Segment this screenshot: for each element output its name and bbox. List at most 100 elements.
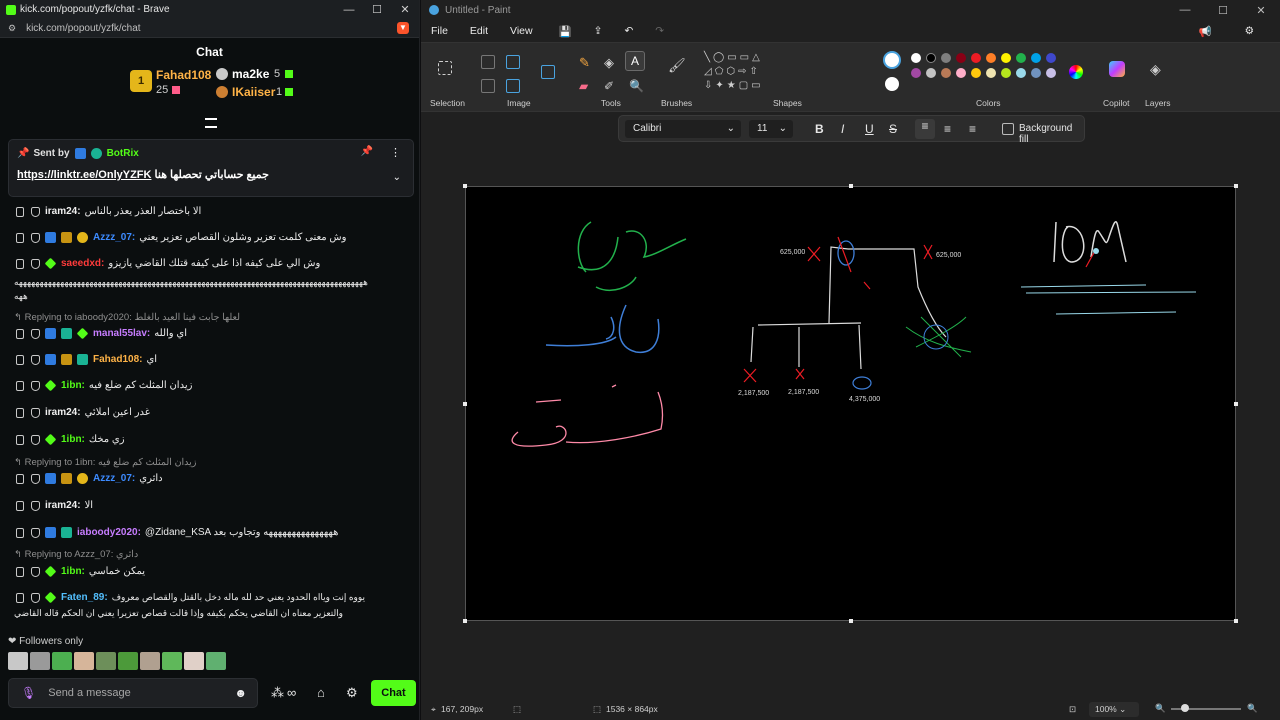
canvas-resize-handle[interactable]: [463, 619, 467, 623]
maximize-icon[interactable]: ☐: [1204, 4, 1242, 17]
mod-shield-icon[interactable]: [31, 434, 40, 445]
gear-icon[interactable]: ⚙: [346, 685, 358, 701]
chevron-down-icon[interactable]: ⌄: [393, 172, 401, 183]
microphone-icon[interactable]: 🎙: [21, 686, 36, 700]
timeout-icon[interactable]: [16, 527, 24, 538]
copilot-icon[interactable]: [1109, 61, 1125, 77]
pencil-icon[interactable]: ✎: [579, 55, 590, 71]
zoom-in-icon[interactable]: 🔍: [1247, 703, 1258, 714]
selection-icon[interactable]: [438, 61, 452, 75]
avatar[interactable]: [74, 652, 94, 670]
timeout-icon[interactable]: [16, 434, 24, 445]
canvas-resize-handle[interactable]: [849, 184, 853, 188]
pinned-sender[interactable]: BotRix: [107, 148, 139, 159]
timeout-icon[interactable]: [16, 206, 24, 217]
mod-shield-icon[interactable]: [31, 206, 40, 217]
address-bar[interactable]: ⚙ kick.com/popout/yzfk/chat ▼: [0, 19, 419, 38]
text-tool-icon[interactable]: A: [625, 51, 645, 71]
timeout-icon[interactable]: [16, 354, 24, 365]
image-select-icon[interactable]: [541, 65, 555, 79]
mod-shield-icon[interactable]: [31, 232, 40, 243]
redo-icon[interactable]: ↷: [655, 25, 664, 37]
eraser-icon[interactable]: ▰: [579, 79, 588, 93]
mod-shield-icon[interactable]: [31, 566, 40, 577]
brush-icon[interactable]: 🖌: [668, 57, 686, 74]
unpin-icon[interactable]: 📌: [361, 146, 373, 157]
username[interactable]: iaboody2020:: [77, 527, 141, 538]
timeout-icon[interactable]: [16, 473, 24, 484]
username[interactable]: 1ibn:: [61, 434, 85, 445]
username[interactable]: 1ibn:: [61, 566, 85, 577]
menu-view[interactable]: View: [510, 25, 533, 37]
shapes-gallery[interactable]: ╲◯▭▭△ ◿⬠⬡⇨⇧ ⇩✦★▢▭: [704, 51, 804, 95]
username[interactable]: iram24:: [45, 407, 81, 418]
username[interactable]: Faten_89:: [61, 592, 108, 603]
color-swatch[interactable]: [1016, 68, 1026, 78]
fill-icon[interactable]: ◈: [604, 55, 614, 71]
menu-edit[interactable]: Edit: [470, 25, 488, 37]
color-swatch[interactable]: [986, 53, 996, 63]
align-center-button[interactable]: ≡: [944, 122, 951, 136]
timeout-icon[interactable]: [16, 407, 24, 418]
avatar[interactable]: [118, 652, 138, 670]
share-icon[interactable]: ⇪: [594, 25, 603, 37]
color-swatch[interactable]: [941, 68, 951, 78]
canvas-resize-handle[interactable]: [463, 402, 467, 406]
infinity-icon[interactable]: ∞: [287, 685, 296, 700]
settings-icon[interactable]: ⚙: [1245, 25, 1254, 37]
color-swatch[interactable]: [956, 53, 966, 63]
background-fill-checkbox[interactable]: [1002, 123, 1014, 135]
notification-icon[interactable]: 📢: [1199, 25, 1212, 38]
rotate-icon[interactable]: [481, 79, 495, 93]
italic-button[interactable]: I: [841, 122, 844, 136]
canvas-resize-handle[interactable]: [1234, 184, 1238, 188]
menu-file[interactable]: File: [431, 25, 448, 37]
mod-shield-icon[interactable]: [31, 328, 40, 339]
timeout-icon[interactable]: [16, 380, 24, 391]
timeout-icon[interactable]: [16, 328, 24, 339]
color-swatch[interactable]: [971, 53, 981, 63]
mod-shield-icon[interactable]: [31, 380, 40, 391]
magnifier-icon[interactable]: 🔍: [629, 79, 644, 93]
avatar[interactable]: [96, 652, 116, 670]
username[interactable]: Azzz_07:: [93, 473, 135, 484]
drawing-canvas[interactable]: 625,000 625,000 2,187,500 2,187,500 4,37…: [465, 186, 1236, 621]
font-family-select[interactable]: Calibri ⌄: [625, 120, 741, 138]
avatar[interactable]: [140, 652, 160, 670]
username[interactable]: iram24:: [45, 206, 81, 217]
zoom-out-icon[interactable]: 🔍: [1155, 703, 1166, 714]
send-chat-button[interactable]: Chat: [371, 680, 416, 706]
brave-shield-icon[interactable]: ▼: [397, 22, 409, 34]
collapse-leaderboard-icon[interactable]: [205, 118, 217, 128]
timeout-icon[interactable]: [16, 258, 24, 269]
mod-shield-icon[interactable]: [31, 500, 40, 511]
color-swatch[interactable]: [1046, 53, 1056, 63]
leader-first-name[interactable]: Fahad108: [156, 68, 211, 82]
edit-colors-icon[interactable]: [1069, 65, 1083, 79]
color-swatch[interactable]: [1001, 53, 1011, 63]
mod-shield-icon[interactable]: [31, 407, 40, 418]
avatar[interactable]: [206, 652, 226, 670]
flip-icon[interactable]: [506, 79, 520, 93]
avatar[interactable]: [8, 652, 28, 670]
more-options-icon[interactable]: ⋮: [390, 146, 401, 159]
layers-icon[interactable]: ◈: [1150, 61, 1161, 78]
mod-shield-icon[interactable]: [31, 592, 40, 603]
minimize-icon[interactable]: —: [335, 4, 363, 16]
color-swatch[interactable]: [926, 53, 936, 63]
timeout-icon[interactable]: [16, 566, 24, 577]
username[interactable]: Azzz_07:: [93, 232, 135, 243]
reply-context[interactable]: ↰ Replying to iaboody2020: لعلها جابت في…: [14, 312, 240, 323]
close-icon[interactable]: ✕: [1242, 4, 1280, 17]
color1-swatch[interactable]: [883, 51, 901, 69]
maximize-icon[interactable]: ☐: [363, 3, 391, 16]
align-left-button[interactable]: ≡: [915, 119, 935, 139]
username[interactable]: Fahad108:: [93, 354, 142, 365]
color-swatch[interactable]: [911, 68, 921, 78]
mod-shield-icon[interactable]: [31, 354, 40, 365]
color-swatch[interactable]: [986, 68, 996, 78]
mod-shield-icon[interactable]: [31, 258, 40, 269]
canvas-resize-handle[interactable]: [463, 184, 467, 188]
pinned-link[interactable]: https://linktr.ee/OnlyYZFK: [17, 169, 151, 181]
timeout-icon[interactable]: [16, 232, 24, 243]
